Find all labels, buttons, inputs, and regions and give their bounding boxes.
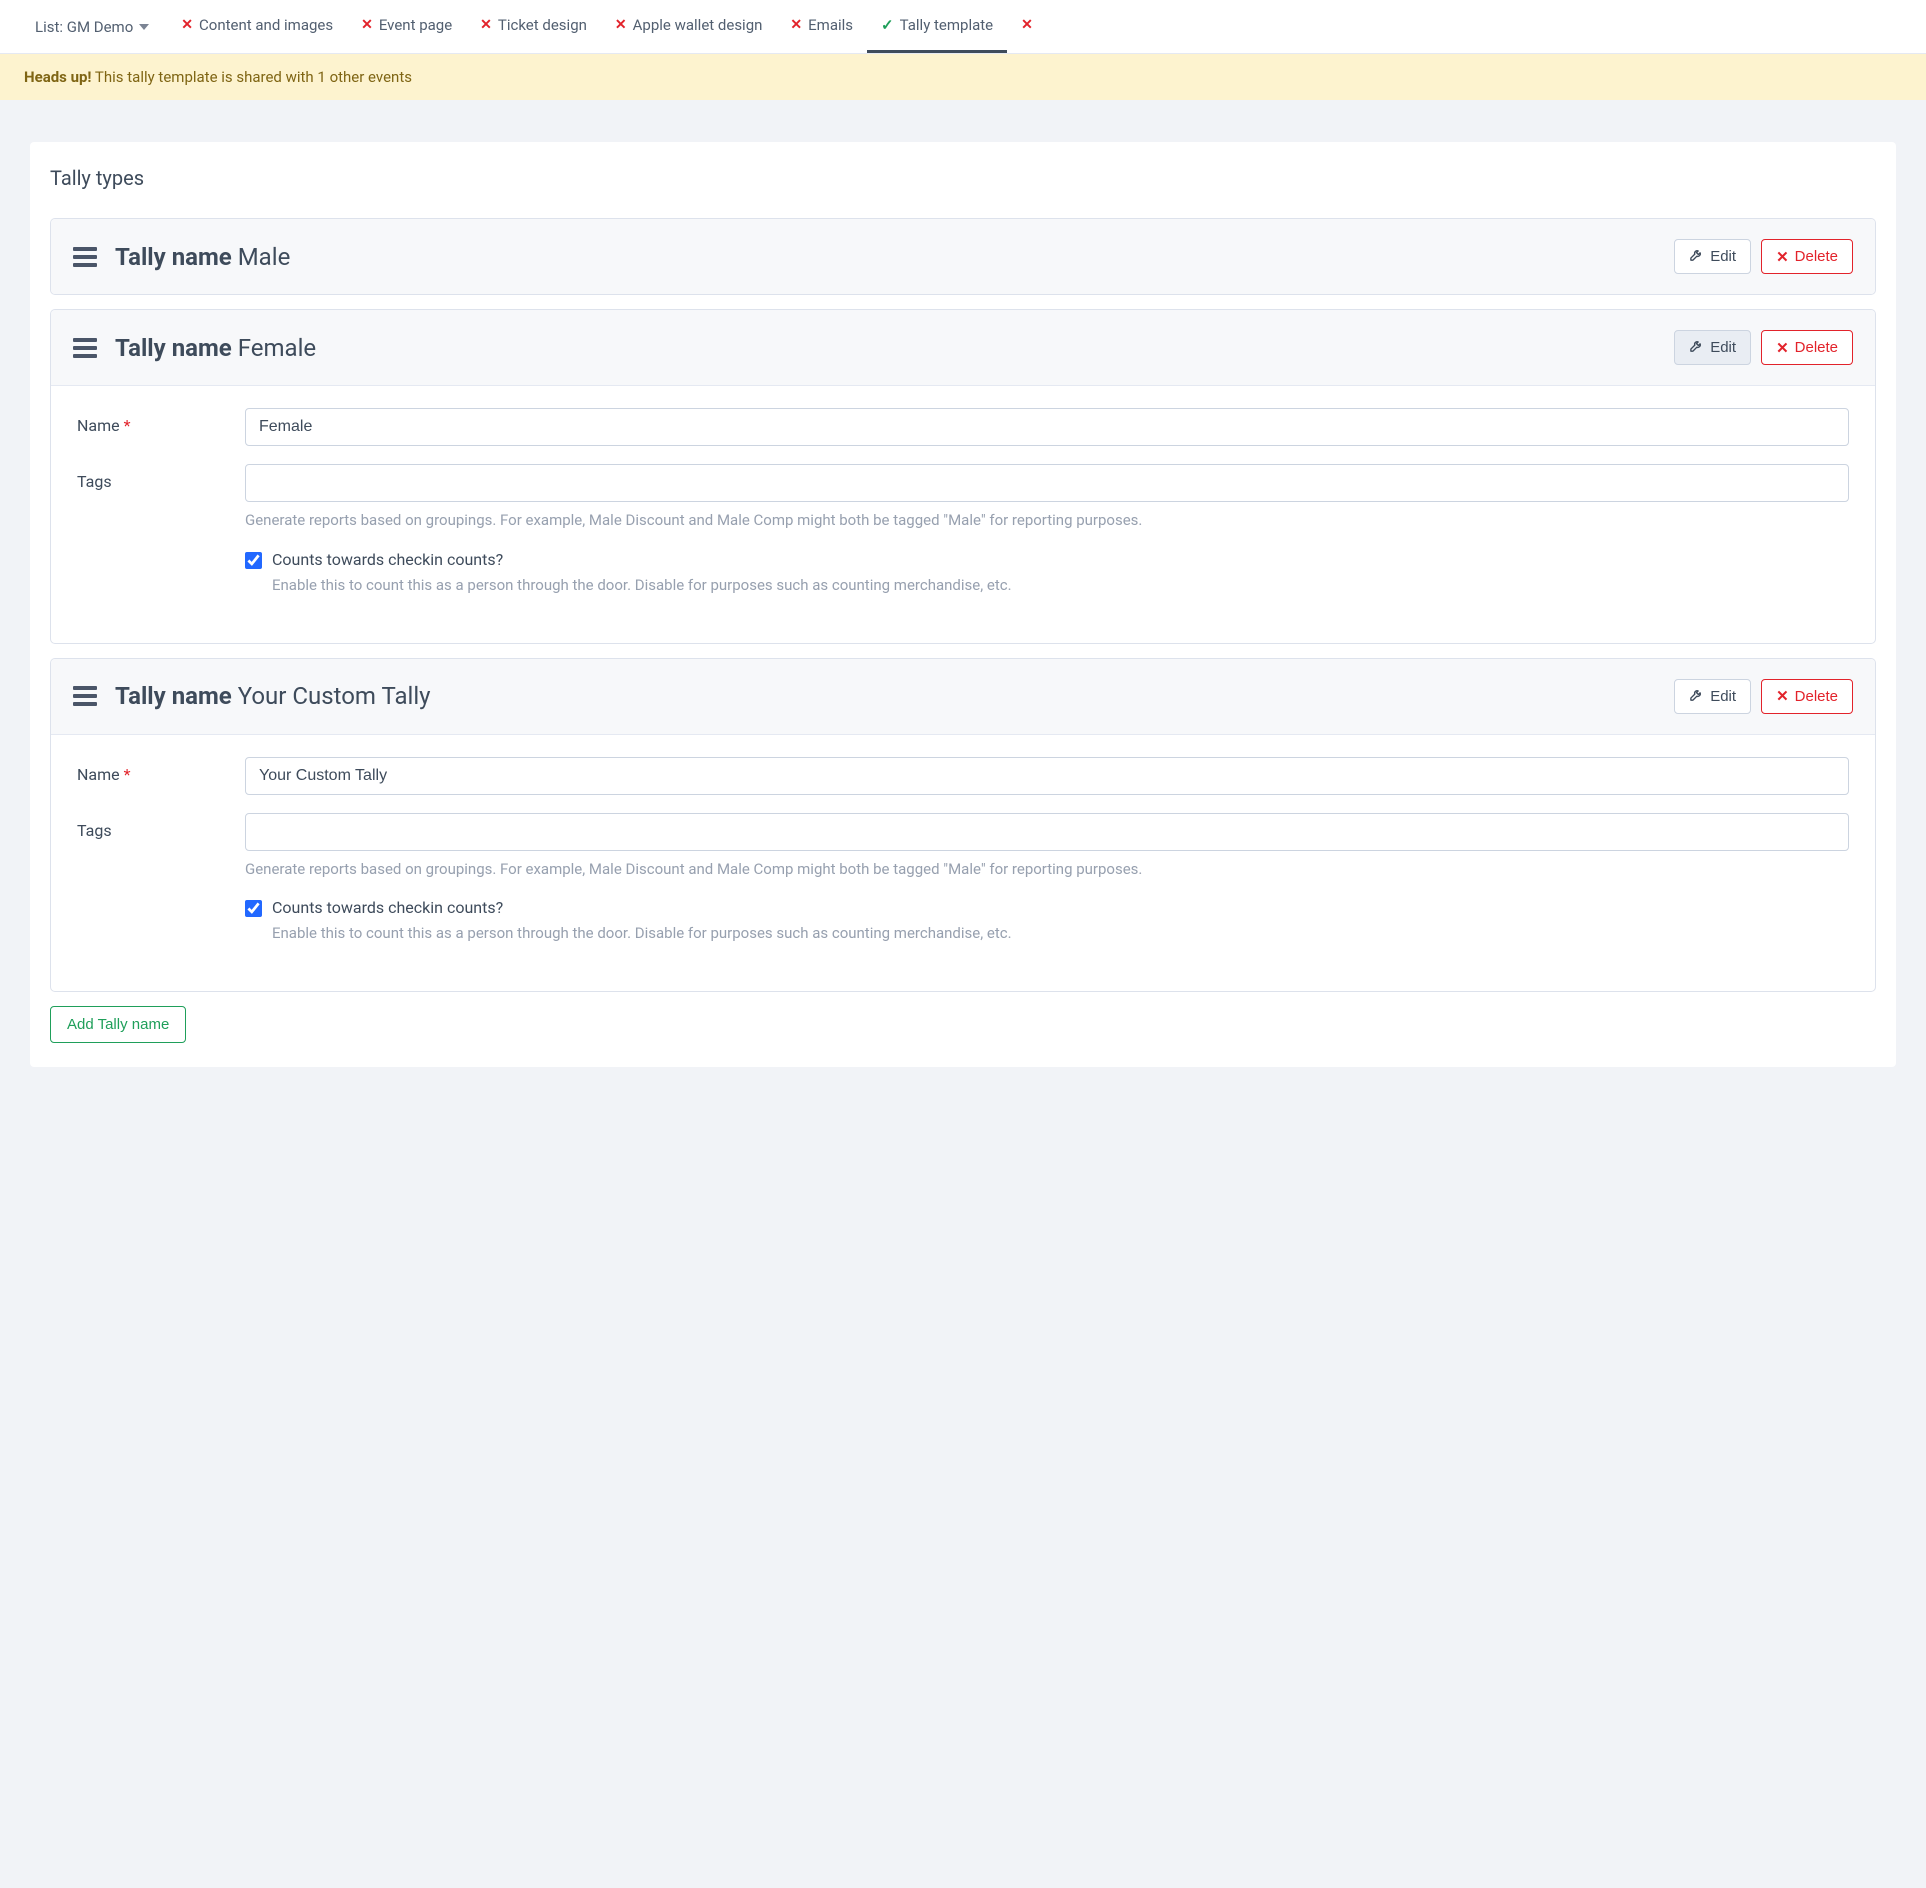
tally-actions: Edit ✕ Delete [1674, 679, 1853, 714]
alert-strong: Heads up! [24, 68, 92, 86]
delete-button[interactable]: ✕ Delete [1761, 330, 1853, 365]
tally-types-panel: Tally types Tally name MaleEdit✕DeleteTa… [30, 142, 1896, 1067]
tally-title: Tally name Your Custom Tally [115, 682, 1656, 710]
tally-card-header: Tally name Female Edit ✕ Delete [51, 310, 1875, 385]
alert-text: This tally template is shared with 1 oth… [92, 68, 412, 86]
tally-card: Tally name Female Edit ✕ Delete Name * TagsGe… [50, 309, 1876, 644]
tab-label: Emails [808, 16, 853, 34]
tally-card-header: Tally name Male Edit ✕ Delete [51, 219, 1875, 294]
required-mark: * [124, 765, 131, 784]
tally-title: Tally name Female [115, 334, 1656, 362]
tab-label: Tally template [900, 16, 994, 34]
x-icon: ✕ [181, 17, 193, 33]
list-dropdown[interactable]: List: GM Demo [25, 2, 159, 52]
delete-button[interactable]: ✕ Delete [1761, 239, 1853, 274]
nav-tabs: List: GM Demo ✕ Content and images ✕ Event … [0, 0, 1926, 54]
drag-handle-icon[interactable] [73, 338, 97, 358]
checkin-checkbox[interactable] [245, 900, 262, 917]
delete-label: Delete [1795, 688, 1838, 705]
drag-handle-icon[interactable] [73, 686, 97, 706]
x-icon: ✕ [480, 17, 492, 33]
tally-title-name: Male [238, 243, 291, 271]
tab-content-and-images[interactable]: ✕ Content and images [167, 0, 347, 53]
delete-label: Delete [1795, 248, 1838, 265]
tab-tally-template[interactable]: ✓ Tally template [867, 0, 1007, 53]
edit-label: Edit [1710, 339, 1736, 356]
name-input[interactable] [245, 757, 1849, 795]
tab-emails[interactable]: ✕ Emails [776, 0, 867, 53]
edit-label: Edit [1710, 688, 1736, 705]
delete-button[interactable]: ✕ Delete [1761, 679, 1853, 714]
tab-label: Ticket design [498, 16, 587, 34]
tab-label: Apple wallet design [633, 16, 763, 34]
tab-label: Content and images [199, 16, 333, 34]
checkin-label: Counts towards checkin counts? [272, 550, 1012, 569]
tally-card: Tally name Your Custom Tally Edit ✕ Delete N… [50, 658, 1876, 993]
tally-actions: Edit ✕ Delete [1674, 239, 1853, 274]
tally-card-body: Name * TagsGenerate reports based on grou… [51, 734, 1875, 992]
tags-input[interactable] [245, 464, 1849, 502]
tags-label: Tags [77, 813, 245, 840]
tally-card: Tally name Male Edit ✕ Delete [50, 218, 1876, 295]
tally-title-prefix: Tally name [115, 682, 232, 710]
delete-label: Delete [1795, 339, 1838, 356]
name-input[interactable] [245, 408, 1849, 446]
wrench-icon [1689, 687, 1704, 706]
tab-label: Event page [379, 16, 452, 34]
drag-handle-icon[interactable] [73, 247, 97, 267]
checkin-label: Counts towards checkin counts? [272, 898, 1012, 917]
x-icon: ✕ [1776, 339, 1789, 357]
tab-apple-wallet-design[interactable]: ✕ Apple wallet design [601, 0, 777, 53]
add-tally-button[interactable]: Add Tally name [50, 1006, 186, 1043]
checkin-help-text: Enable this to count this as a person th… [272, 575, 1012, 597]
name-label: Name * [77, 408, 245, 435]
x-icon: ✕ [1021, 17, 1033, 33]
x-icon: ✕ [1776, 248, 1789, 266]
edit-button[interactable]: Edit [1674, 679, 1751, 714]
edit-button[interactable]: Edit [1674, 330, 1751, 365]
edit-label: Edit [1710, 248, 1736, 265]
tally-title: Tally name Male [115, 243, 1656, 271]
tags-input[interactable] [245, 813, 1849, 851]
tally-title-prefix: Tally name [115, 334, 232, 362]
checkin-help-text: Enable this to count this as a person th… [272, 923, 1012, 945]
tab-event-page[interactable]: ✕ Event page [347, 0, 466, 53]
alert-banner: Heads up! This tally template is shared … [0, 54, 1926, 100]
page-title: Tally types [50, 166, 1876, 190]
tab-ticket-design[interactable]: ✕ Ticket design [466, 0, 601, 53]
tags-label: Tags [77, 464, 245, 491]
edit-button[interactable]: Edit [1674, 239, 1751, 274]
x-icon: ✕ [615, 17, 627, 33]
tally-card-header: Tally name Your Custom Tally Edit ✕ Delete [51, 659, 1875, 734]
tally-actions: Edit ✕ Delete [1674, 330, 1853, 365]
x-icon: ✕ [790, 17, 802, 33]
tags-help-text: Generate reports based on groupings. For… [245, 859, 1849, 881]
caret-down-icon [139, 24, 149, 30]
checkin-checkbox[interactable] [245, 552, 262, 569]
wrench-icon [1689, 247, 1704, 266]
required-mark: * [124, 416, 131, 435]
x-icon: ✕ [361, 17, 373, 33]
tab-overflow[interactable]: ✕ [1007, 0, 1053, 53]
tally-title-name: Your Custom Tally [238, 682, 431, 710]
list-dropdown-label: List: GM Demo [35, 18, 133, 36]
add-tally-label: Add Tally name [67, 1016, 169, 1033]
tags-help-text: Generate reports based on groupings. For… [245, 510, 1849, 532]
tally-title-prefix: Tally name [115, 243, 232, 271]
x-icon: ✕ [1776, 687, 1789, 705]
check-icon: ✓ [881, 16, 894, 34]
name-label: Name * [77, 757, 245, 784]
tally-card-body: Name * TagsGenerate reports based on grou… [51, 385, 1875, 643]
tally-title-name: Female [238, 334, 316, 362]
wrench-icon [1689, 338, 1704, 357]
